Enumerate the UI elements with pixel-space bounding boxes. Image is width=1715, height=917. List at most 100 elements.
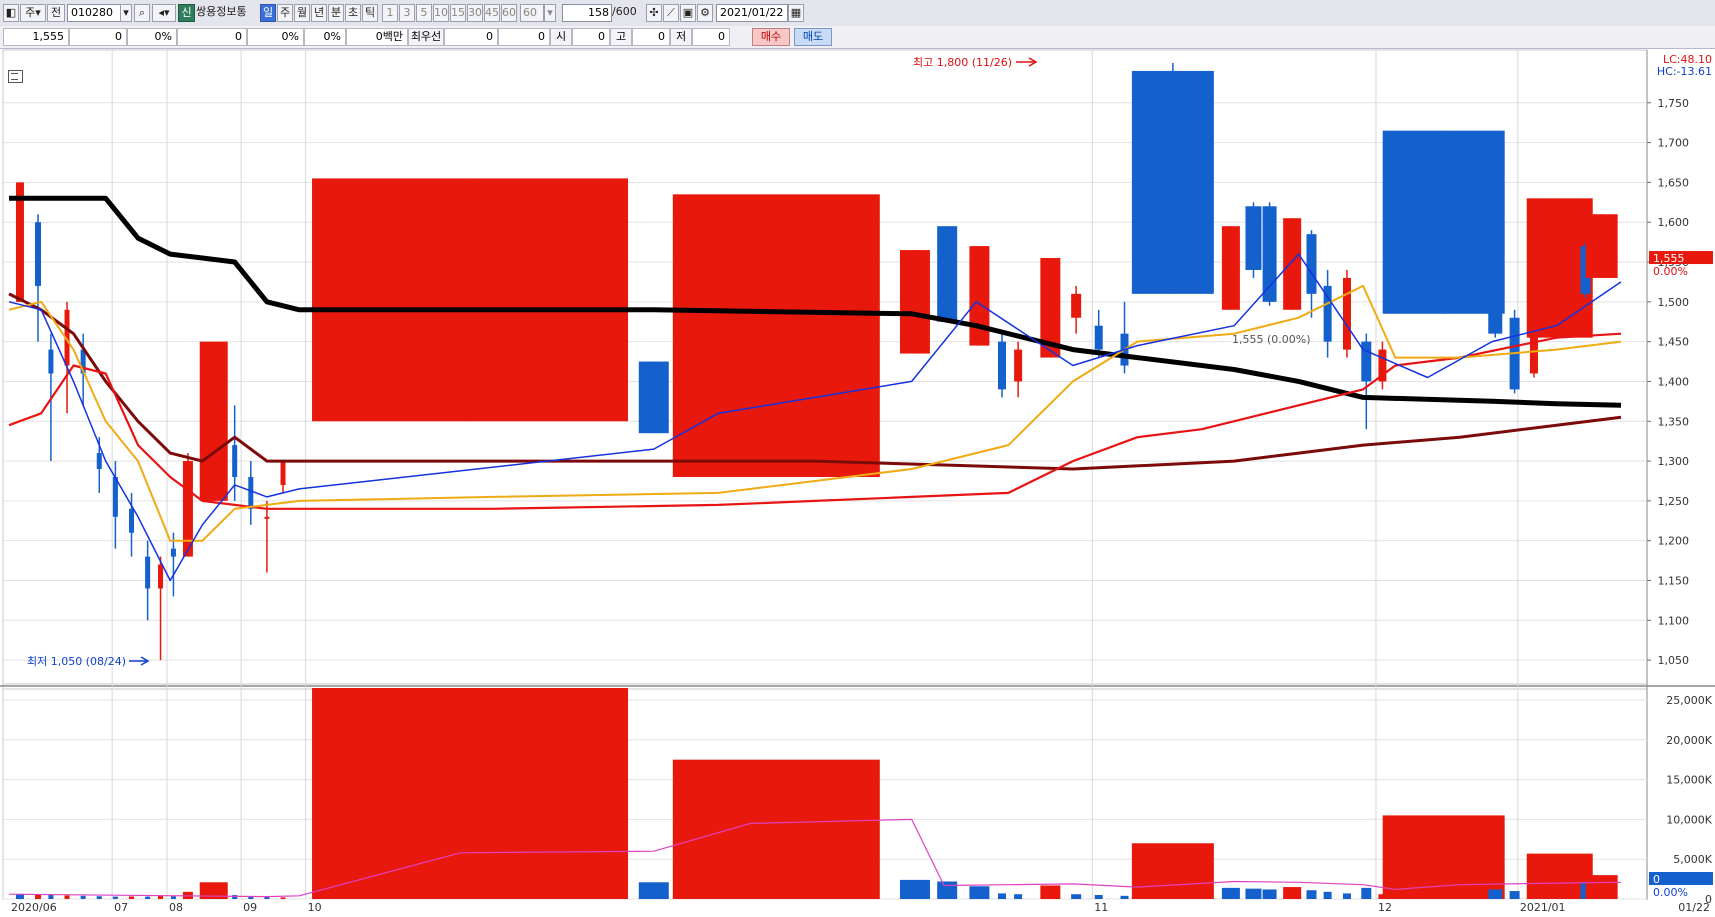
date-input[interactable]: 2021/01/22: [716, 4, 788, 22]
candle-body: [1306, 234, 1317, 294]
interval-button-30[interactable]: 30: [467, 4, 483, 22]
volume-tick-label: 5,000K: [1673, 853, 1712, 866]
quote-change: 0: [69, 28, 127, 46]
interval-dropdown-icon[interactable]: ▾: [544, 4, 556, 22]
volume-bar: [1040, 885, 1061, 899]
period-select[interactable]: 주▾: [20, 4, 46, 22]
date-tick-label: 12: [1378, 901, 1392, 914]
volume-bar: [96, 896, 102, 899]
interval-button-5[interactable]: 5: [416, 4, 432, 22]
candle-body: [1585, 214, 1618, 278]
tab-period-second[interactable]: 초: [345, 4, 361, 22]
volume-bar: [1283, 887, 1302, 899]
date-tick-label: 08: [169, 901, 183, 914]
interval-button-45[interactable]: 45: [484, 4, 500, 22]
count-input[interactable]: 158: [562, 4, 612, 22]
candle-body: [199, 341, 228, 501]
volume-bar: [899, 879, 930, 899]
hc-label: HC:-13.61: [1657, 65, 1712, 78]
low-label: 저: [670, 28, 692, 46]
interval-button-10[interactable]: 10: [433, 4, 449, 22]
volume-bar: [1071, 894, 1082, 899]
quote-volume-rate: 0%: [247, 28, 304, 46]
candle-body: [1361, 341, 1372, 382]
candle-body: [1245, 206, 1262, 270]
quote-rate: 0%: [127, 28, 177, 46]
jeon-button[interactable]: 전: [47, 4, 65, 22]
candle-body: [170, 548, 176, 557]
buy-button[interactable]: 매수: [752, 28, 790, 46]
price-tick-label: 1,200: [1658, 535, 1690, 548]
price-tick-label: 1,500: [1658, 296, 1690, 309]
candle-body: [1014, 349, 1023, 382]
tab-period-day[interactable]: 일: [260, 4, 276, 22]
interval-button-60[interactable]: 60: [501, 4, 517, 22]
tab-period-month[interactable]: 월: [294, 4, 310, 22]
quote-price: 1,555: [3, 28, 69, 46]
layout-icon[interactable]: ◧: [3, 4, 19, 22]
code-dropdown-icon[interactable]: ▾: [120, 4, 132, 22]
candle-body: [158, 564, 164, 589]
price-volume-chart[interactable]: 1,7501,7001,6501,6001,5501,5001,4501,400…: [0, 48, 1715, 914]
quote-volume-rate-2: 0%: [304, 28, 346, 46]
low-annotation: 최저 1,050 (08/24): [27, 655, 126, 668]
volume-bar: [1361, 887, 1372, 899]
prev-close-annotation: 1,555 (0.00%): [1232, 333, 1311, 346]
candle-body: [997, 341, 1006, 390]
chart-area[interactable]: 1,7501,7001,6501,6001,5501,5001,4501,400…: [0, 48, 1715, 914]
volume-bar: [312, 688, 629, 899]
volume-bar: [969, 886, 990, 899]
volume-bar: [232, 895, 238, 899]
chart-type-icon[interactable]: ⟋: [663, 4, 679, 22]
speaker-icon[interactable]: ◂▾: [152, 4, 176, 22]
price-tick-label: 1,650: [1658, 176, 1690, 189]
candle-body: [1131, 70, 1214, 294]
current-volume-rate-label: 0.00%: [1653, 886, 1688, 899]
calendar-icon[interactable]: ▦: [788, 4, 804, 22]
chart-settings-icon[interactable]: [8, 70, 23, 83]
volume-tick-label: 20,000K: [1666, 734, 1712, 747]
interval-button-3[interactable]: 3: [399, 4, 415, 22]
candle-body: [280, 461, 286, 485]
candle-body: [1382, 130, 1505, 314]
crosshair-icon[interactable]: ✣: [646, 4, 662, 22]
interval-select[interactable]: 60: [520, 4, 544, 22]
volume-bar: [158, 895, 164, 899]
price-tick-label: 1,350: [1658, 415, 1690, 428]
tab-period-tick[interactable]: 틱: [362, 4, 378, 22]
quote-amount: 0백만: [346, 28, 408, 46]
candle-body: [48, 349, 54, 374]
tab-period-minute[interactable]: 분: [328, 4, 344, 22]
tab-period-week[interactable]: 주: [277, 4, 293, 22]
price-tick-label: 1,450: [1658, 336, 1690, 349]
volume-bar: [145, 896, 151, 899]
high-label: 고: [610, 28, 632, 46]
date-tick-label: 2020/06: [11, 901, 57, 914]
save-icon[interactable]: ▣: [680, 4, 696, 22]
high-annotation: 최고 1,800 (11/26): [913, 56, 1012, 69]
interval-button-15[interactable]: 15: [450, 4, 466, 22]
current-price-label: 1,555: [1653, 252, 1685, 265]
tab-period-year[interactable]: 년: [311, 4, 327, 22]
sell-button[interactable]: 매도: [794, 28, 832, 46]
date-tick-label: 01/22: [1678, 901, 1710, 914]
interval-button-1[interactable]: 1: [382, 4, 398, 22]
candle-body: [248, 476, 254, 509]
volume-bar: [1014, 894, 1023, 899]
best-label: 최우선: [408, 28, 444, 46]
price-tick-label: 1,050: [1658, 654, 1690, 667]
candle-body: [899, 250, 930, 354]
price-tick-label: 1,250: [1658, 495, 1690, 508]
search-icon[interactable]: ⌕: [134, 4, 150, 22]
volume-bar: [1306, 890, 1317, 899]
low-arrow-icon: [129, 656, 150, 666]
candle-body: [112, 476, 118, 517]
volume-bar: [35, 894, 42, 899]
quote-volume: 0: [177, 28, 247, 46]
open-label: 시: [550, 28, 572, 46]
gear-icon[interactable]: ⚙: [697, 4, 713, 22]
date-tick-label: 07: [114, 901, 128, 914]
price-tick-label: 1,400: [1658, 375, 1690, 388]
volume-bar: [1585, 875, 1618, 899]
current-rate-label: 0.00%: [1653, 265, 1688, 278]
